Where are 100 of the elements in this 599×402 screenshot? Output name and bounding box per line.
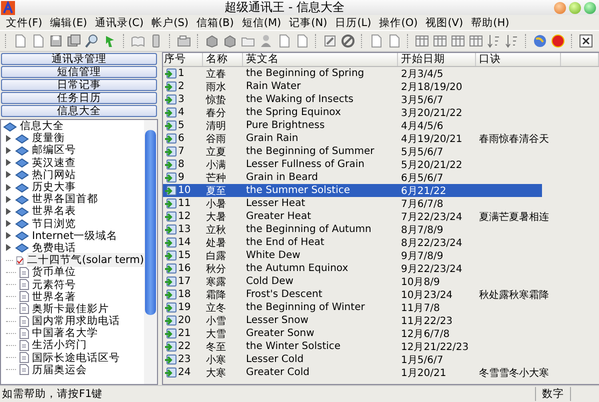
nav-button[interactable]: 信息大全 <box>1 105 157 117</box>
table-row[interactable]: 6 谷雨 Grain Rain 4月19/20/21 春雨惊春清谷天 <box>163 132 599 145</box>
box-icon[interactable] <box>177 34 191 48</box>
expander-icon[interactable] <box>6 232 11 240</box>
table-row[interactable]: 3 惊蛰 the Waking of Insects 3月5/6/7 <box>163 93 599 106</box>
menu-item[interactable]: 短信(M) <box>238 16 286 30</box>
column-header[interactable]: 开始日期 <box>398 53 476 66</box>
table-row[interactable]: 19 立冬 the Beginning of Winter 11月7/8 <box>163 301 599 314</box>
nav-button[interactable]: 日常记事 <box>1 79 157 91</box>
table-cell: 9 <box>178 172 184 183</box>
expander-icon[interactable] <box>6 220 11 228</box>
table-row[interactable]: 13 立秋 the Beginning of Autumn 8月7/8/9 <box>163 223 599 236</box>
table-row[interactable]: 17 寒露 Cold Dew 10月8/9 <box>163 275 599 288</box>
person-icon[interactable] <box>259 34 273 48</box>
tree-item[interactable]: 信息大全 <box>3 120 144 132</box>
menu-item[interactable]: 视图(V) <box>422 16 468 30</box>
column-header[interactable]: 口诀 <box>476 53 561 66</box>
menu-item[interactable]: 信箱(B) <box>192 16 238 30</box>
menu-item[interactable]: 日历(L) <box>331 16 376 30</box>
table-row[interactable]: 11 小暑 Lesser Heat 7月6/7/8 <box>163 197 599 210</box>
document-icon[interactable] <box>369 34 383 48</box>
table-row[interactable]: 7 立夏 the Beginning of Summer 5月5/6/7 <box>163 145 599 158</box>
expander-icon[interactable] <box>6 184 11 191</box>
document-icon[interactable] <box>31 34 45 48</box>
menu-item[interactable]: 记事(N) <box>285 16 332 30</box>
tree-item[interactable]: 奥斯卡最佳影片 <box>3 302 144 315</box>
sort-icon[interactable] <box>487 34 501 48</box>
table-row[interactable]: 24 大寒 Greater Cold 1月20/21 冬雪雪冬小大寒 <box>163 366 599 379</box>
table-row[interactable]: 12 大暑 Greater Heat 7月22/23/24 夏满芒夏暑相连 <box>163 210 599 223</box>
column-header[interactable]: 英文名 <box>243 53 398 66</box>
tree-item[interactable]: 国际长途电话区号 <box>3 352 144 364</box>
menu-item[interactable]: 编辑(E) <box>46 16 92 30</box>
menu-item[interactable]: 帮助(H) <box>467 16 514 30</box>
tree-item[interactable]: 世界名表 <box>3 205 144 218</box>
menu-item[interactable]: 文件(F) <box>2 16 46 30</box>
table-row[interactable]: 18 霜降 Frost's Descent 10月23/24 秋处露秋寒霜降 <box>163 288 599 301</box>
document-icon[interactable] <box>295 34 309 48</box>
grid-icon[interactable] <box>415 34 429 48</box>
table-cell: 13 <box>178 224 191 235</box>
menu-item[interactable]: 操作(O) <box>375 16 422 30</box>
table-row[interactable]: 22 冬至 the Winter Solstice 12月21/22/23 <box>163 340 599 353</box>
expander-icon[interactable] <box>6 171 11 178</box>
tree-item[interactable]: 节日浏览 <box>3 218 144 230</box>
expander-icon[interactable] <box>6 159 11 166</box>
table-row[interactable]: 14 处暑 the End of Heat 8月22/23/24 <box>163 236 599 249</box>
menu-item[interactable]: 帐户(S) <box>148 16 192 30</box>
stop-icon[interactable] <box>341 34 355 48</box>
tree-item[interactable]: 历史大事 <box>3 180 144 194</box>
close-icon[interactable] <box>579 34 593 48</box>
disks-icon[interactable] <box>67 34 81 48</box>
scrollbar[interactable] <box>144 120 157 384</box>
nav-button[interactable]: 短信管理 <box>1 66 157 78</box>
expander-icon[interactable] <box>6 244 11 252</box>
close-button[interactable] <box>584 2 596 14</box>
tree-item[interactable]: 世界名著 <box>3 290 144 303</box>
grid-icon[interactable] <box>433 34 447 48</box>
table-row[interactable]: 10 夏至 the Summer Solstice 6月21/22 <box>163 184 542 197</box>
tree-item[interactable]: 世界各国首都 <box>3 193 144 206</box>
document-icon[interactable] <box>277 34 291 48</box>
expander-icon[interactable] <box>6 196 11 203</box>
nav-button[interactable]: 通讯录管理 <box>1 53 157 65</box>
tree-item[interactable]: 货币单位 <box>3 266 144 278</box>
table-row[interactable]: 16 秋分 the Autumn Equinox 9月22/23/24 <box>163 262 599 275</box>
expander-icon[interactable] <box>6 134 11 142</box>
tree-item[interactable]: 邮编区号 <box>3 144 144 157</box>
grid-icon[interactable] <box>469 34 483 48</box>
tree-item[interactable]: 历届奥运会 <box>3 364 144 376</box>
table-row[interactable]: 8 小满 Lesser Fullness of Grain 5月20/21/22 <box>163 158 599 171</box>
nav-button[interactable]: 任务日历 <box>1 92 157 104</box>
table-row[interactable]: 15 白露 White Dew 9月7/8/9 <box>163 249 599 262</box>
document-icon[interactable] <box>387 34 401 48</box>
minimize-button[interactable] <box>554 2 566 14</box>
tree-item[interactable]: 度量衡 <box>3 132 144 144</box>
expander-icon[interactable] <box>6 208 11 215</box>
tree-item[interactable]: 生活小窍门 <box>3 339 144 352</box>
search-icon[interactable] <box>85 34 99 48</box>
tree-item[interactable]: 英汉速查 <box>3 156 144 169</box>
table-row[interactable]: 5 清明 Pure Brightness 4月4/5/6 <box>163 119 599 132</box>
tree-item[interactable]: 中国著名大学 <box>3 327 144 340</box>
table-row[interactable]: 2 雨水 Rain Water 2月18/19/20 <box>163 80 599 93</box>
column-header[interactable]: 名称 <box>203 53 243 66</box>
document-icon[interactable] <box>13 34 27 48</box>
tree-item[interactable]: 热门网站 <box>3 168 144 181</box>
edit-icon[interactable] <box>323 34 337 48</box>
tree-item[interactable]: 免费电话 <box>3 242 144 254</box>
column-header[interactable]: 序号 <box>163 53 203 66</box>
sort-icon[interactable] <box>505 34 519 48</box>
table-row[interactable]: 20 小雪 Lesser Snow 11月22/23 <box>163 314 599 327</box>
tree-item[interactable]: 元素符号 <box>3 278 144 291</box>
table-row[interactable]: 1 立春 the Beginning of Spring 2月3/4/5 <box>163 67 599 80</box>
tree-item[interactable]: Internet一级域名 <box>3 230 144 242</box>
table-row[interactable]: 21 大雪 Greater Sonw 12月6/7/8 <box>163 327 599 340</box>
expander-icon[interactable] <box>6 146 11 154</box>
table-row[interactable]: 9 芒种 Grain in Beard 6月5/6/7 <box>163 171 599 184</box>
table-cell-text: Frost's Descent <box>245 289 324 300</box>
table-row[interactable]: 23 小寒 Lesser Cold 1月5/6/7 <box>163 353 599 366</box>
table-row[interactable]: 4 春分 the Spring Equinox 3月20/21/22 <box>163 106 599 119</box>
grid-icon[interactable] <box>451 34 465 48</box>
menu-item[interactable]: 通讯录(C) <box>91 16 148 30</box>
tree-item[interactable]: 国内常用求助电话 <box>3 315 144 328</box>
